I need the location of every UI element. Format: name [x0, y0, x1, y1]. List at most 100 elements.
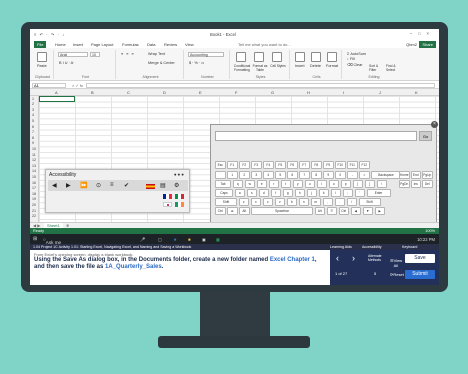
key[interactable]: r	[268, 180, 279, 188]
key[interactable]: Caps	[215, 189, 233, 197]
row-header[interactable]: 10	[32, 147, 36, 151]
key[interactable]: 6	[287, 171, 298, 179]
key[interactable]: .	[334, 198, 345, 206]
tab-file[interactable]: File	[34, 41, 47, 48]
key[interactable]: ,	[322, 198, 333, 206]
alternate-methods-label[interactable]: Alternate Methods	[368, 254, 390, 262]
tab-formulas[interactable]: Formulas	[119, 41, 142, 48]
key[interactable]: c	[262, 198, 273, 206]
file-explorer-icon[interactable]: ■	[188, 237, 191, 242]
number-format-buttons[interactable]: $ · % · ••	[189, 61, 204, 65]
column-header[interactable]: E	[199, 90, 202, 95]
column-header[interactable]: I	[343, 90, 344, 95]
column-header[interactable]: F	[235, 90, 237, 95]
edge-browser-icon[interactable]: e	[174, 237, 176, 242]
row-header[interactable]: 16	[32, 181, 36, 185]
sort-filter-button[interactable]: Sort & Filter	[369, 64, 385, 72]
row-header[interactable]: 22	[32, 214, 36, 218]
format-as-table-icon[interactable]	[254, 52, 264, 62]
key[interactable]: F10	[335, 161, 346, 169]
key[interactable]: m	[310, 198, 321, 206]
key[interactable]: ▶	[374, 207, 385, 215]
previous-step-icon[interactable]: ‹	[336, 253, 339, 263]
keyboard-go-button[interactable]: Go	[419, 131, 432, 141]
key[interactable]: /	[346, 198, 357, 206]
row-header[interactable]: 1	[32, 97, 34, 101]
rewind-icon[interactable]: ◀	[52, 182, 57, 189]
tab-page-layout[interactable]: Page Layout	[88, 41, 116, 48]
key[interactable]: Ctrl	[215, 207, 226, 215]
key[interactable]: ⊞	[227, 207, 238, 215]
french-flag-icon[interactable]	[163, 194, 172, 199]
column-header[interactable]: G	[271, 90, 274, 95]
key[interactable]: b	[286, 198, 297, 206]
key[interactable]: F11	[347, 161, 358, 169]
font-size-select[interactable]: 10	[90, 52, 100, 57]
key[interactable]: h	[294, 189, 305, 197]
row-header[interactable]: 19	[32, 197, 36, 201]
key[interactable]: Esc	[215, 161, 226, 169]
key[interactable]: ;	[342, 189, 353, 197]
cell-styles-icon[interactable]	[272, 52, 282, 62]
key[interactable]: Alt	[239, 207, 250, 215]
row-header[interactable]: 3	[32, 108, 34, 112]
key[interactable]: e	[256, 180, 267, 188]
quick-access-toolbar[interactable]: ≡ ↶ · ↷ · ↓	[34, 32, 65, 37]
row-header[interactable]: 20	[32, 203, 36, 207]
key[interactable]: Spacebar	[251, 207, 313, 215]
nav-key[interactable]: End	[410, 171, 421, 179]
insert-cells-icon[interactable]	[295, 52, 305, 62]
row-header[interactable]: 18	[32, 192, 36, 196]
key[interactable]: 7	[299, 171, 310, 179]
key[interactable]: [	[352, 180, 363, 188]
key[interactable]: Backspace	[371, 171, 401, 179]
key[interactable]: v	[274, 198, 285, 206]
key[interactable]: -	[347, 171, 358, 179]
row-header[interactable]: 4	[32, 113, 34, 117]
key[interactable]: g	[282, 189, 293, 197]
column-header[interactable]: C	[127, 90, 130, 95]
play-icon[interactable]: ▶	[66, 182, 71, 189]
key[interactable]: F5	[275, 161, 286, 169]
keyboard-close-icon[interactable]: ×	[431, 121, 438, 128]
keyboard-button[interactable]: Keyboard	[402, 245, 417, 249]
key[interactable]: Shift	[358, 198, 381, 206]
conditional-formatting-icon[interactable]	[236, 52, 246, 62]
user-name[interactable]: Qbm2	[406, 42, 417, 47]
display-icon[interactable]: ▤	[160, 182, 166, 189]
key[interactable]: k	[318, 189, 329, 197]
key[interactable]: 2	[239, 171, 250, 179]
window-controls[interactable]: –□×	[410, 31, 435, 36]
nav-key[interactable]: Ins	[410, 180, 421, 188]
key[interactable]: a	[234, 189, 245, 197]
font-name-select[interactable]: Arial	[58, 52, 88, 57]
paste-icon[interactable]	[37, 52, 47, 62]
italian-flag-icon[interactable]	[175, 194, 184, 199]
key[interactable]: q	[232, 180, 243, 188]
key[interactable]: `	[215, 171, 226, 179]
excel-taskbar-icon[interactable]: ▦	[216, 237, 220, 242]
tab-review[interactable]: Review	[161, 41, 180, 48]
settings-gear-icon[interactable]: ⚙	[174, 182, 179, 189]
tab-data[interactable]: Data	[144, 41, 158, 48]
fill-button[interactable]: ↓ Fill	[347, 57, 355, 61]
key[interactable]: w	[244, 180, 255, 188]
submit-button[interactable]: Submit	[405, 270, 435, 279]
key[interactable]: Shift	[215, 198, 237, 206]
key[interactable]: F8	[311, 161, 322, 169]
key[interactable]: 4	[263, 171, 274, 179]
wrap-text-button[interactable]: Wrap Text	[148, 52, 165, 56]
key[interactable]: 8	[311, 171, 322, 179]
target-icon[interactable]: ⊙	[96, 182, 101, 189]
key[interactable]: F2	[239, 161, 250, 169]
key[interactable]: F4	[263, 161, 274, 169]
row-header[interactable]: 11	[32, 153, 36, 157]
key[interactable]: F1	[227, 161, 238, 169]
tab-insert[interactable]: Insert	[70, 41, 86, 48]
tab-home[interactable]: Home	[52, 41, 69, 48]
task-view-icon[interactable]: ▢	[158, 237, 162, 242]
system-clock[interactable]: 10:22 PM	[417, 237, 435, 242]
irish-flag-icon[interactable]	[175, 202, 184, 207]
key[interactable]: n	[298, 198, 309, 206]
key[interactable]: ☰	[326, 207, 337, 215]
